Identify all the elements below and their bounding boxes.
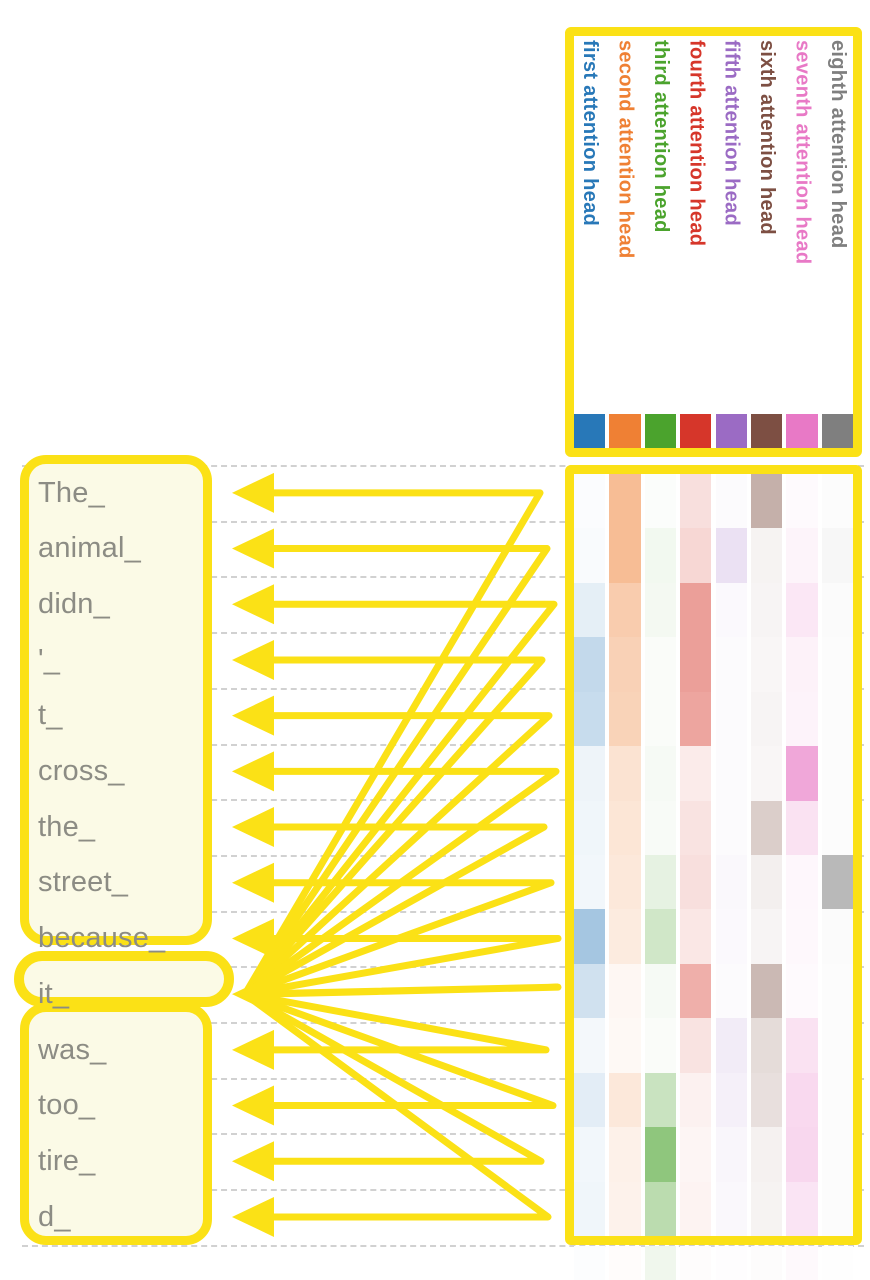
attention-arrow-head xyxy=(232,862,274,903)
token-item[interactable]: The_ xyxy=(38,465,228,521)
attention-arrow-head xyxy=(232,472,274,513)
attention-arrow-head xyxy=(232,807,274,848)
token-item[interactable]: street_ xyxy=(38,855,228,911)
token-item[interactable]: the_ xyxy=(38,799,228,855)
attention-arrow-head xyxy=(232,695,274,736)
attention-arrow-head xyxy=(232,1196,274,1237)
token-item[interactable]: d_ xyxy=(38,1189,228,1245)
attention-arrow-head xyxy=(232,1029,274,1070)
attention-arrow-head xyxy=(232,1085,274,1126)
token-item[interactable]: '_ xyxy=(38,632,228,688)
token-item[interactable]: was_ xyxy=(38,1022,228,1078)
token-item[interactable]: too_ xyxy=(38,1078,228,1134)
attention-visualization: first attention head second attention hea… xyxy=(0,0,870,1280)
token-item[interactable]: didn_ xyxy=(38,576,228,632)
token-item-focused[interactable]: it_ xyxy=(38,966,228,1022)
attention-arrow-line xyxy=(241,489,544,998)
token-item[interactable]: animal_ xyxy=(38,521,228,577)
token-item[interactable]: tire_ xyxy=(38,1133,228,1189)
attention-arrow-head xyxy=(232,584,274,625)
token-item[interactable]: because_ xyxy=(38,911,228,967)
attention-arrow-head xyxy=(232,528,274,569)
attention-arrow-line xyxy=(241,712,553,998)
attention-arrow-head xyxy=(232,639,274,680)
attention-arrow-head xyxy=(232,1141,274,1182)
attention-arrow-head xyxy=(232,918,274,959)
attention-arrow-head xyxy=(232,751,274,792)
token-item[interactable]: cross_ xyxy=(38,744,228,800)
token-item[interactable]: t_ xyxy=(38,688,228,744)
